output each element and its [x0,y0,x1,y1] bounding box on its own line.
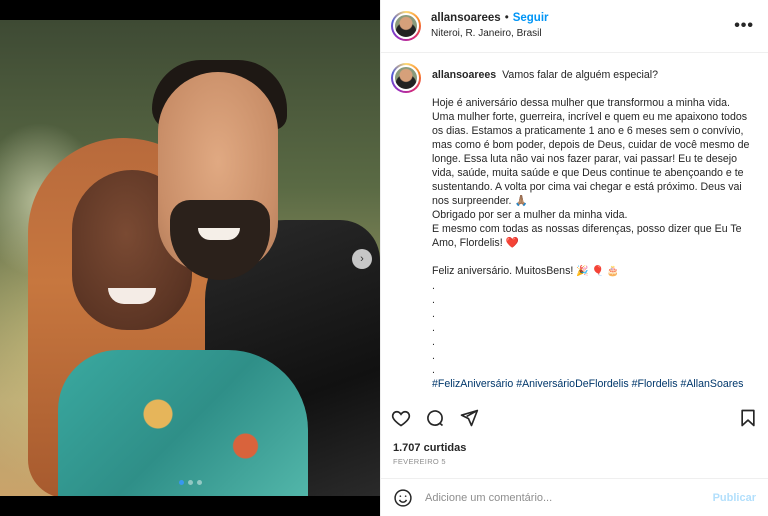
username-link[interactable]: allansoarees [431,12,501,24]
carousel-next-button[interactable]: › [352,249,372,269]
avatar[interactable] [391,63,421,93]
separator-dot: • [504,12,509,24]
caption-hashtags[interactable]: #FelizAniversário #AniversárioDeFlordeli… [432,377,754,391]
caption-birthday-line: Feliz aniversário. MuitosBens! [432,265,574,277]
likes-count[interactable]: 1.707 curtidas [393,442,466,454]
bookmark-icon[interactable] [738,408,758,428]
caption-dot-line: . [432,364,435,376]
heart-emoji: ❤️ [505,237,519,249]
avatar[interactable] [391,11,421,41]
comment-bar: Publicar [381,478,768,516]
caption-dot-line: . [432,308,435,320]
caption-dots: ....... [432,279,754,377]
comment-input[interactable] [425,491,713,504]
party-emojis: 🎉 🎈 🎂 [576,266,620,277]
caption-dot-line: . [432,280,435,292]
chevron-right-icon: › [360,253,364,265]
carousel-indicator [0,480,380,485]
carousel-dot [187,480,193,485]
caption-dot-line: . [432,294,435,306]
post-photo[interactable] [0,20,380,496]
emoji-icon[interactable] [393,488,413,508]
caption-body: Hoje é aniversário dessa mulher que tran… [432,97,750,249]
location-link[interactable]: Niteroi, R. Janeiro, Brasil [431,26,549,41]
caption-username[interactable]: allansoarees [432,69,496,81]
comment-icon[interactable] [425,408,445,428]
caption-section: allansoarees Vamos falar de alguém espec… [381,53,768,398]
carousel-dot [196,480,202,485]
post-header-meta: allansoarees • Seguir Niteroi, R. Janeiro,… [431,11,549,41]
photo-man-smile [198,228,240,240]
post-media: › [0,0,380,516]
caption-dot-line: . [432,322,435,334]
action-bar [391,402,758,434]
follow-button[interactable]: Seguir [513,12,549,24]
post-date[interactable]: FEVEREIRO 5 [393,457,446,466]
share-icon[interactable] [459,408,479,428]
publish-button[interactable]: Publicar [713,492,756,504]
caption: allansoarees Vamos falar de alguém espec… [432,63,754,398]
post-side-panel: allansoarees • Seguir Niteroi, R. Janeiro,… [380,0,768,516]
caption-first-line: Vamos falar de alguém especial? [502,69,659,81]
post-header: allansoarees • Seguir Niteroi, R. Janeiro,… [381,0,768,53]
heart-icon[interactable] [391,408,411,428]
photo-woman-dress [58,350,308,496]
more-options-icon[interactable]: ••• [734,17,754,35]
carousel-dot [178,480,184,485]
caption-dot-line: . [432,350,435,362]
caption-dot-line: . [432,336,435,348]
